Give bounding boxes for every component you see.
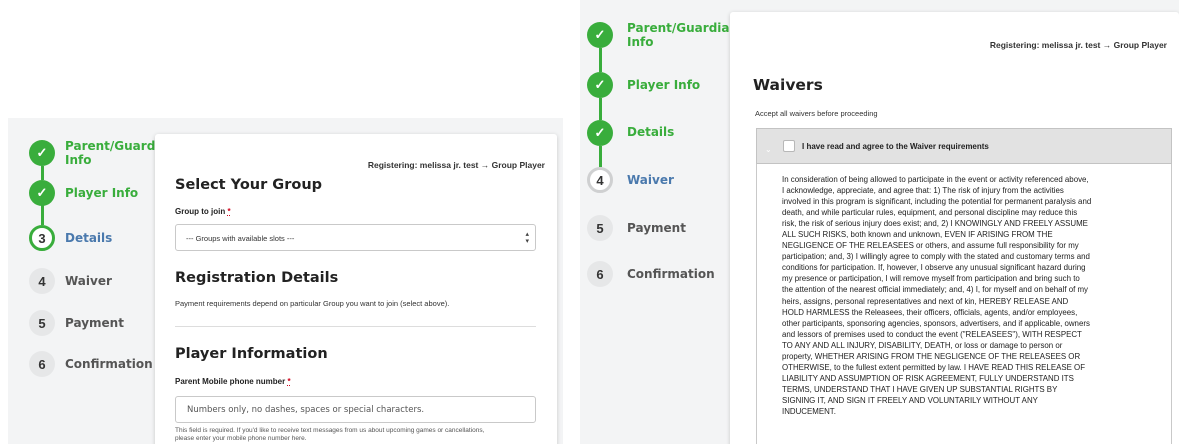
registering-info: Registering: melissa jr. test → Group Pl…: [367, 160, 545, 170]
step-number: 3: [29, 225, 55, 251]
step-label: Player Info: [65, 186, 139, 200]
section-divider: [175, 326, 536, 327]
phone-label: Parent Mobile phone number *: [175, 377, 291, 386]
step-payment[interactable]: 5 Payment: [587, 215, 747, 245]
step-number: 6: [587, 261, 613, 287]
group-label-text: Group to join: [175, 207, 226, 216]
step-number: 5: [587, 215, 613, 241]
step-number: 5: [29, 310, 55, 336]
group-select-value: --- Groups with available slots ---: [186, 234, 295, 243]
group-select[interactable]: --- Groups with available slots --- ▴ ▾: [175, 224, 536, 251]
waiver-text: In consideration of being allowed to par…: [782, 175, 1092, 416]
waiver-content-box: In consideration of being allowed to par…: [756, 164, 1172, 444]
step-number: 6: [29, 351, 55, 377]
step-label: Details: [627, 125, 675, 139]
step-details[interactable]: ✓ Details: [587, 120, 747, 150]
step-label: Player Info: [627, 78, 701, 92]
step-parent-guardian-info[interactable]: ✓ Parent/Guardian Info: [587, 21, 747, 52]
step-label: Details: [65, 231, 113, 245]
chevron-down-icon: ⌄: [765, 145, 772, 154]
waivers-title: Waivers: [753, 76, 823, 94]
check-icon: ✓: [29, 140, 55, 166]
check-icon: ✓: [29, 180, 55, 206]
required-mark: *: [227, 207, 231, 216]
phone-placeholder: Numbers only, no dashes, spaces or speci…: [187, 405, 425, 415]
step-label: Waiver: [65, 274, 112, 288]
waiver-agree-label: I have read and agree to the Waiver requ…: [802, 142, 989, 151]
step-label: Payment: [65, 316, 124, 330]
accept-waivers-note: Accept all waivers before proceeding: [755, 109, 878, 118]
form-card: Registering: melissa jr. test → Group Pl…: [155, 134, 557, 444]
step-label: Waiver: [627, 173, 674, 187]
right-screenshot-panel: ✓ Parent/Guardian Info ✓ Player Info ✓ D…: [580, 0, 1179, 444]
right-stepper: ✓ Parent/Guardian Info ✓ Player Info ✓ D…: [587, 21, 747, 287]
registration-details-title: Registration Details: [175, 270, 339, 286]
step-label: Parent/Guardian Info: [627, 21, 739, 49]
step-player-info[interactable]: ✓ Player Info: [587, 72, 747, 102]
player-information-title: Player Information: [175, 346, 328, 362]
step-label: Confirmation: [65, 357, 153, 371]
required-mark: *: [287, 377, 291, 386]
step-label: Parent/Guardian Info: [65, 139, 177, 167]
step-confirmation[interactable]: 6 Confirmation: [587, 261, 747, 291]
step-number: 4: [29, 268, 55, 294]
step-number: 4: [587, 167, 613, 193]
check-icon: ✓: [587, 22, 613, 48]
parent-phone-input[interactable]: Numbers only, no dashes, spaces or speci…: [175, 396, 536, 423]
registering-info: Registering: melissa jr. test → Group Pl…: [989, 40, 1167, 50]
select-group-title: Select Your Group: [175, 177, 323, 193]
group-to-join-label: Group to join *: [175, 207, 231, 216]
step-label: Payment: [627, 221, 686, 235]
waiver-agree-checkbox[interactable]: [783, 140, 795, 152]
select-arrows-icon: ▴ ▾: [525, 231, 529, 245]
waiver-accordion-header[interactable]: ⌄ I have read and agree to the Waiver re…: [756, 128, 1172, 164]
waiver-card: Registering: melissa jr. test → Group Pl…: [730, 12, 1179, 444]
phone-label-text: Parent Mobile phone number: [175, 377, 286, 386]
phone-help-text: This field is required. If you'd like to…: [175, 427, 485, 442]
payment-note: Payment requirements depend on particula…: [175, 299, 450, 308]
step-label: Confirmation: [627, 267, 715, 281]
left-screenshot-panel: ✓ Parent/Guardian Info ✓ Player Info 3 D…: [8, 118, 563, 444]
check-icon: ✓: [587, 120, 613, 146]
step-waiver[interactable]: 4 Waiver: [587, 167, 747, 197]
check-icon: ✓: [587, 72, 613, 98]
